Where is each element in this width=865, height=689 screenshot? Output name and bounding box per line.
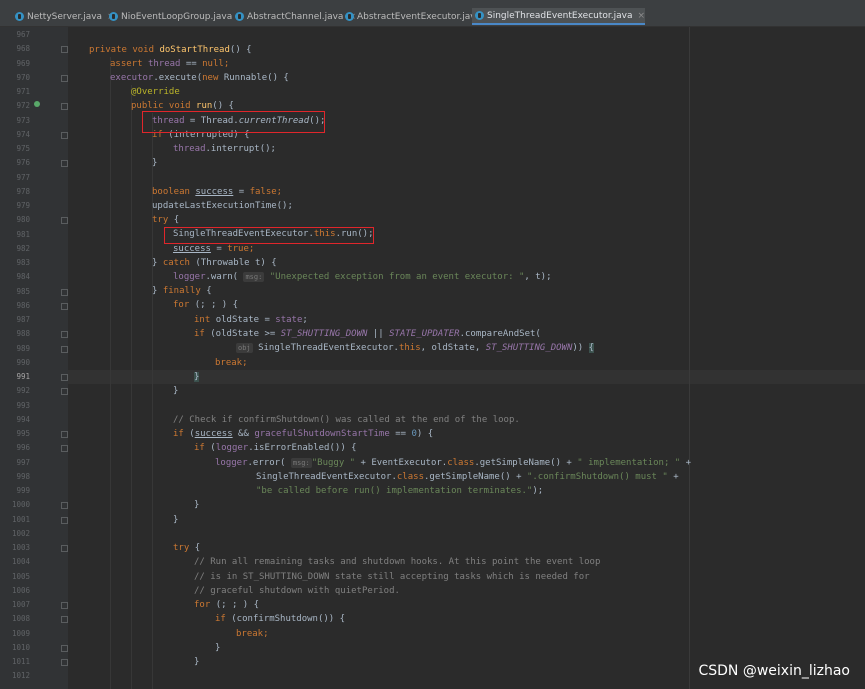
- editor-tab-bar: NettyServer.java × NioEventLoopGroup.jav…: [0, 6, 865, 27]
- code-line-991: }: [194, 372, 200, 382]
- code-line-985: } finally {: [152, 286, 212, 296]
- code-line-995: if (success && gracefulShutdownStartTime…: [173, 429, 434, 439]
- tab-label: AbstractEventExecutor.java: [357, 11, 482, 22]
- code-line-986: for (; ; ) {: [173, 300, 239, 310]
- tab-label: NioEventLoopGroup.java: [121, 11, 233, 22]
- indent-guide: [110, 57, 111, 689]
- code-line-990: break;: [215, 358, 248, 368]
- java-class-icon: [109, 12, 118, 21]
- tab-label: NettyServer.java: [27, 11, 103, 22]
- indent-guide: [131, 85, 132, 689]
- code-line-1009: break;: [236, 629, 269, 639]
- tab-nio-event-loop-group[interactable]: NioEventLoopGroup.java ×: [106, 8, 245, 25]
- tab-single-thread-event-executor[interactable]: SingleThreadEventExecutor.java ×: [472, 8, 646, 25]
- code-line-994: // Check if confirmShutdown() was called…: [173, 415, 520, 425]
- java-class-icon: [235, 12, 244, 21]
- code-line-1005: // is in ST_SHUTTING_DOWN state still ac…: [194, 572, 590, 582]
- code-line-992: }: [173, 386, 179, 396]
- watermark: CSDN @weixin_lizhao: [698, 663, 850, 679]
- code-line-989: obj SingleThreadEventExecutor.this, oldS…: [236, 343, 595, 353]
- code-line-1000: }: [194, 500, 200, 510]
- code-line-1007: for (; ; ) {: [194, 600, 260, 610]
- highlight-box-run-call: [164, 227, 374, 244]
- param-hint: msg:: [290, 458, 312, 468]
- code-line-968: private void doStartThread() {: [89, 45, 252, 55]
- code-line-984: logger.warn( msg: "Unexpected exception …: [173, 272, 552, 282]
- param-hint: obj: [236, 343, 253, 353]
- code-line-983: } catch (Throwable t) {: [152, 258, 277, 268]
- code-line-978: boolean success = false;: [152, 187, 283, 197]
- code-line-999: "be called before run() implementation t…: [256, 486, 544, 496]
- code-editor[interactable]: private void doStartThread() { assert th…: [0, 27, 865, 689]
- tab-label: SingleThreadEventExecutor.java: [487, 10, 633, 21]
- close-icon[interactable]: ×: [637, 11, 645, 21]
- code-line-1001: }: [173, 515, 179, 525]
- code-line-980: try {: [152, 215, 180, 225]
- code-line-1004: // Run all remaining tasks and shutdown …: [194, 557, 601, 567]
- tab-netty-server[interactable]: NettyServer.java ×: [12, 8, 115, 25]
- code-line-969: assert thread == null;: [110, 59, 230, 69]
- param-hint: msg:: [243, 272, 265, 282]
- tab-abstract-channel[interactable]: AbstractChannel.java ×: [232, 8, 356, 25]
- code-line-1006: // graceful shutdown with quietPeriod.: [194, 586, 400, 596]
- highlight-box-current-thread: [142, 111, 325, 133]
- code-line-1003: try {: [173, 543, 201, 553]
- java-class-icon: [475, 11, 484, 20]
- java-class-icon: [345, 12, 354, 21]
- code-line-997: logger.error( msg: "Buggy " + EventExecut…: [215, 458, 692, 468]
- code-line-988: if (oldState >= ST_SHUTTING_DOWN || STAT…: [194, 329, 541, 339]
- code-line-996: if (logger.isErrorEnabled()) {: [194, 443, 357, 453]
- code-line-1010: }: [215, 643, 221, 653]
- code-line-982: success = true;: [173, 244, 255, 254]
- code-line-987: int oldState = state;: [194, 315, 308, 325]
- code-line-998: SingleThreadEventExecutor.class.getSimpl…: [256, 472, 679, 482]
- tab-label: AbstractChannel.java: [247, 11, 344, 22]
- code-line-979: updateLastExecutionTime();: [152, 201, 293, 211]
- code-line-975: thread.interrupt();: [173, 144, 276, 154]
- code-line-1011: }: [194, 657, 200, 667]
- code-line-970: executor.execute(new Runnable() {: [110, 73, 289, 83]
- code-line-971: @Override: [131, 87, 180, 97]
- code-line-976: }: [152, 158, 158, 168]
- tab-abstract-event-executor[interactable]: AbstractEventExecutor.java ×: [342, 8, 494, 25]
- java-class-icon: [15, 12, 24, 21]
- code-line-1008: if (confirmShutdown()) {: [215, 614, 346, 624]
